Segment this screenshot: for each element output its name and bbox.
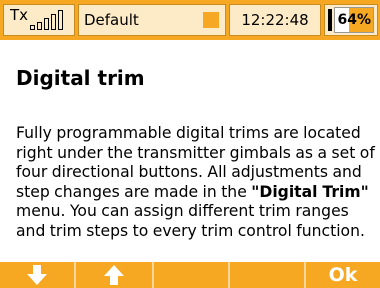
description-part-2: menu. You can assign different trim rang… [16,202,365,240]
tx-label: Tx [10,6,29,24]
status-bar: Tx Default 12:22:48 64% [0,0,380,40]
ok-button[interactable]: Ok [306,262,380,288]
battery-percent: 64% [337,12,371,28]
page-title: Digital trim [16,66,145,90]
clock: 12:22:48 [229,4,321,36]
softkey-3-button[interactable] [154,262,230,288]
arrow-up-icon [104,265,124,285]
model-status-icon [203,12,219,28]
battery-level: 64% [334,7,374,33]
battery-indicator: 64% [324,4,378,36]
arrow-down-icon [27,265,47,285]
model-name: Default [84,11,139,29]
tx-signal-indicator: Tx [3,4,75,36]
scroll-up-button[interactable] [76,262,154,288]
menu-name: "Digital Trim" [251,182,369,201]
description-text: Fully programmable digital trims are loc… [16,124,376,241]
model-selector[interactable]: Default [78,4,226,36]
bottom-toolbar: Ok [0,262,380,288]
signal-strength-icon [30,10,65,30]
battery-icon [328,9,332,31]
softkey-4-button[interactable] [230,262,306,288]
scroll-down-button[interactable] [0,262,76,288]
time-display: 12:22:48 [241,11,309,29]
